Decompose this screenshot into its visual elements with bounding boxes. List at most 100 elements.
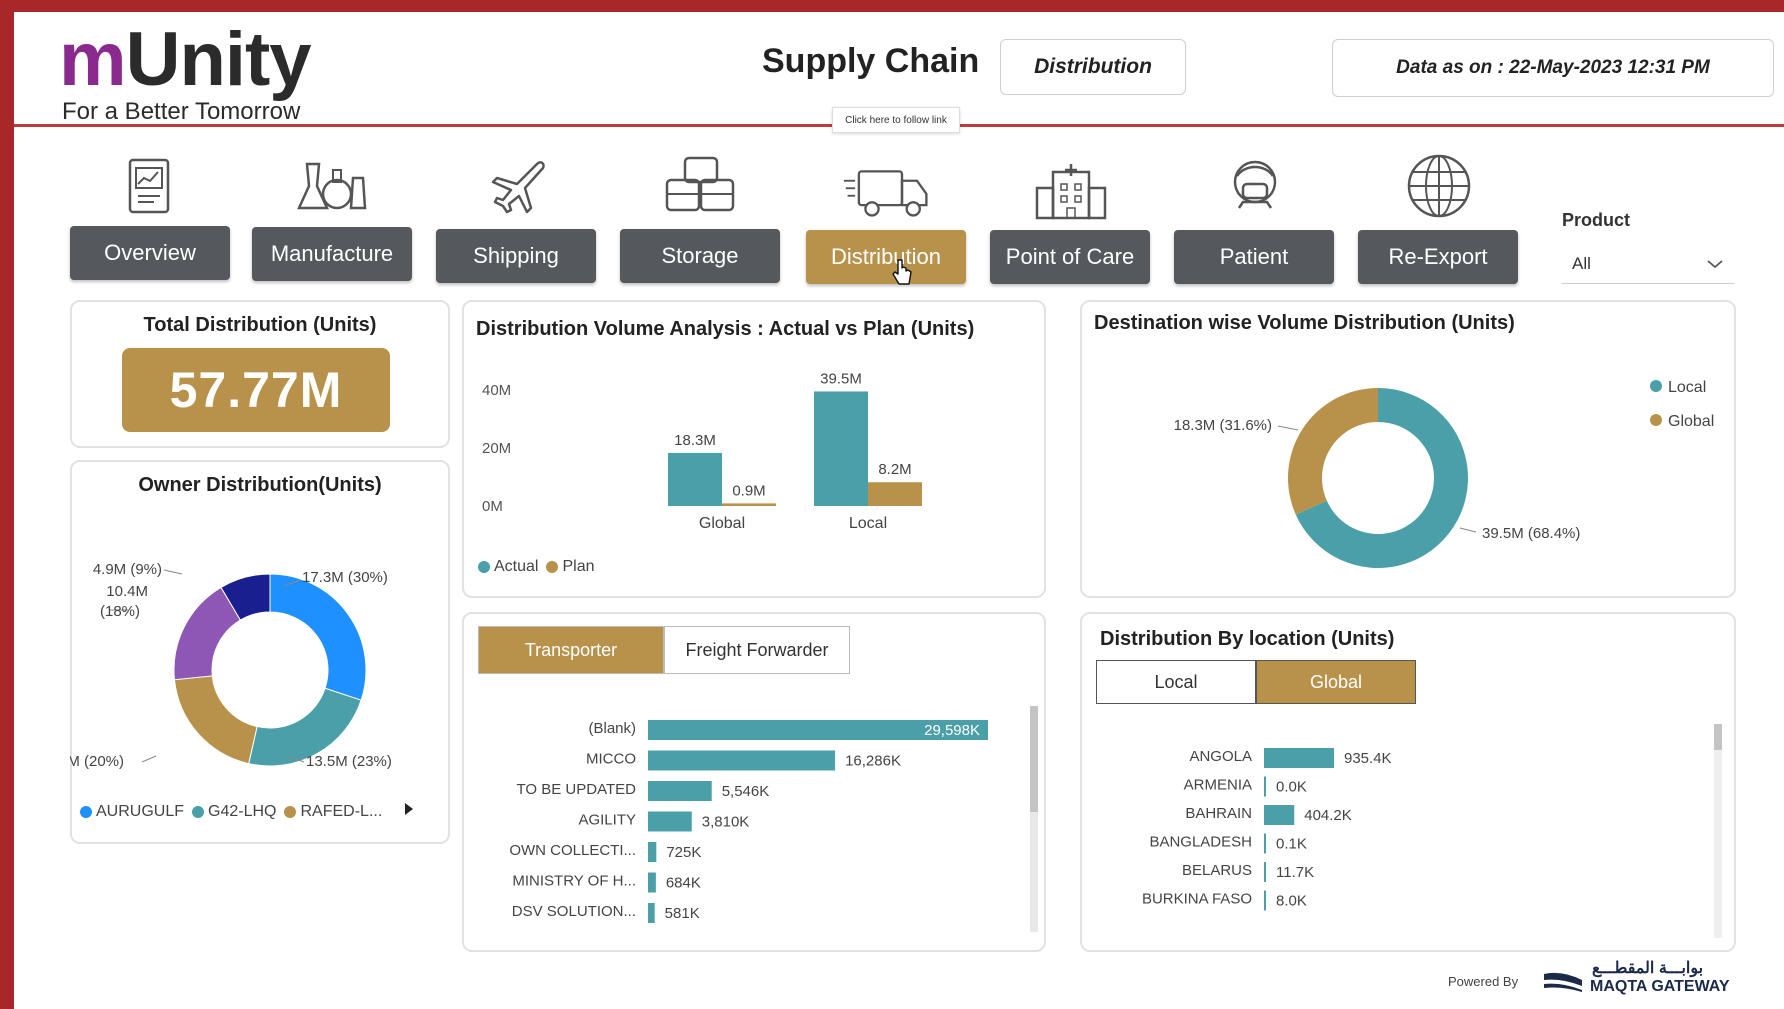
logo-tagline: For a Better Tomorrow [62, 98, 301, 125]
transporter-bar [648, 903, 655, 923]
owner-slice-label: 4.9M (9%) [93, 561, 162, 578]
tab-transporter[interactable]: Transporter [478, 626, 664, 674]
destination-slice-label: 18.3M (31.6%) [1174, 417, 1272, 434]
nav-point-of-care-button[interactable]: Point of Care [990, 230, 1150, 284]
location-bar [1264, 890, 1266, 911]
transporter-bar [648, 750, 836, 771]
location-bar [1264, 833, 1266, 854]
location-category-label: BANGLADESH [1149, 834, 1252, 851]
location-scroll-thumb[interactable] [1714, 724, 1722, 750]
owner-slice-label: 17.3M (30%) [302, 569, 388, 586]
nav-patient-button[interactable]: Patient [1174, 230, 1334, 284]
transporter-bar [648, 811, 692, 832]
destination-legend-label: Local [1668, 379, 1706, 396]
legend-item-actual: Actual [478, 558, 538, 576]
nav-manufacture-button[interactable]: Manufacture [252, 227, 412, 281]
location-bar [1264, 805, 1295, 825]
location-bar-label: 11.7K [1276, 864, 1314, 881]
tab-local[interactable]: Local [1096, 660, 1256, 704]
nav-distribution-button[interactable]: Distribution [806, 230, 966, 284]
destination-legend-dot [1650, 380, 1662, 392]
owner-donut-chart: 17.3M (30%) 13.5M (23%) 11.4M (20%) 10.4M (1… [70, 561, 392, 770]
location-bar [1264, 862, 1266, 882]
by-location-title: Distribution By location (Units) [1100, 628, 1395, 650]
owner-label-leader [163, 569, 183, 575]
data-date: Data as on : 22-May-2023 12:31 PM [1332, 39, 1774, 97]
product-filter-value: All [1572, 253, 1591, 273]
nav-re-export-button[interactable]: Re-Export [1358, 230, 1518, 284]
product-filter-dropdown[interactable]: All [1562, 244, 1734, 284]
lab-flask-icon[interactable] [288, 146, 378, 226]
report-chart-icon[interactable] [104, 146, 194, 226]
nav-storage-button[interactable]: Storage [620, 229, 780, 283]
legend-next-arrow-icon[interactable] [404, 802, 414, 821]
transporter-category-label: MICCO [586, 751, 636, 768]
destination-slice-label: 39.5M (68.4%) [1482, 525, 1580, 542]
transporter-category-label: AGILITY [578, 812, 636, 829]
storage-boxes-icon[interactable] [656, 146, 746, 226]
transporter-bar-label: 5,546K [722, 783, 770, 800]
destination-legend-label: Global [1668, 413, 1714, 430]
transporter-scroll-thumb[interactable] [1030, 706, 1038, 812]
location-bar-label: 404.2K [1304, 807, 1352, 824]
patient-mask-icon[interactable] [1210, 146, 1300, 226]
total-distribution-title: Total Distribution (Units) [143, 314, 377, 336]
location-bar-label: 935.4K [1344, 750, 1392, 767]
location-category-label: BELARUS [1182, 862, 1252, 879]
volume-bar [668, 452, 722, 506]
location-category-label: BAHRAIN [1185, 805, 1252, 822]
mouse-cursor-icon [892, 258, 914, 291]
nav-shipping-button[interactable]: Shipping [436, 229, 596, 283]
product-filter-label: Product [1562, 210, 1631, 230]
delivery-truck-icon[interactable] [842, 152, 932, 232]
powered-by-label: Powered By [1448, 974, 1519, 989]
legend-item-plan: Plan [546, 558, 595, 576]
legend-item-aurugulf: AURUGULF [80, 803, 184, 821]
transporter-category-label: MINISTRY OF H... [512, 873, 636, 890]
tab-freight-forwarder[interactable]: Freight Forwarder [664, 626, 850, 674]
logo-text: Unity [125, 17, 312, 102]
transporter-category-label: DSV SOLUTION... [512, 903, 636, 920]
legend-item-rafed: RAFED-L... [284, 803, 382, 821]
transporter-category-label: OWN COLLECTI... [509, 842, 636, 859]
brand-arabic: بوابـــة المقطـــع [1592, 960, 1704, 977]
owner-slice-label: 10.4M [106, 583, 148, 600]
dashboard-frame: mUnity For a Better Tomorrow Supply Chai… [14, 12, 1784, 1009]
link-tooltip: Click here to follow link [832, 107, 960, 133]
tab-global[interactable]: Global [1256, 660, 1416, 704]
transporter-category-label: (Blank) [588, 720, 636, 737]
location-bar-label: 8.0K [1276, 893, 1307, 910]
transporter-bar [648, 781, 712, 801]
volume-legend: Actual Plan [478, 558, 603, 576]
section-box: Distribution [1000, 39, 1186, 95]
nav-overview-button[interactable]: Overview [70, 226, 230, 280]
volume-bar [868, 482, 922, 506]
globe-icon[interactable] [1394, 146, 1484, 226]
volume-bar-label: 39.5M [820, 370, 862, 387]
location-bar [1264, 748, 1334, 768]
volume-analysis-title: Distribution Volume Analysis : Actual vs… [476, 318, 975, 340]
destination-volume-title: Destination wise Volume Distribution (Un… [1094, 312, 1515, 334]
destination-label-leader [1277, 425, 1299, 431]
logo: mUnity [59, 22, 312, 98]
location-category-label: BURKINA FASO [1142, 891, 1252, 908]
page-title: Supply Chain [762, 42, 980, 80]
hospital-icon[interactable] [1026, 152, 1116, 232]
destination-legend-dot [1650, 414, 1662, 426]
transporter-bar-label: 725K [666, 844, 701, 861]
location-category-label: ANGOLA [1189, 748, 1252, 765]
transporter-category-label: TO BE UPDATED [517, 781, 637, 798]
airplane-icon[interactable] [472, 146, 562, 226]
legend-item-g42-lhq: G42-LHQ [192, 803, 276, 821]
owner-distribution-title: Owner Distribution(Units) [138, 474, 382, 496]
transporter-bar [648, 872, 656, 893]
volume-y-tick: 20M [482, 440, 511, 457]
location-scrollbar[interactable] [1714, 724, 1722, 938]
transporter-bar-label: 29,598K [924, 722, 980, 739]
transporter-bar-label: 581K [665, 905, 700, 922]
owner-slice-label: (18%) [100, 603, 140, 620]
logo-m: m [59, 17, 127, 102]
transporter-bar-chart: (Blank) 29,598K MICCO 16,286K TO BE UPDATED 5… [509, 720, 988, 923]
volume-bar [722, 503, 776, 506]
owner-donut-slice [269, 573, 367, 701]
